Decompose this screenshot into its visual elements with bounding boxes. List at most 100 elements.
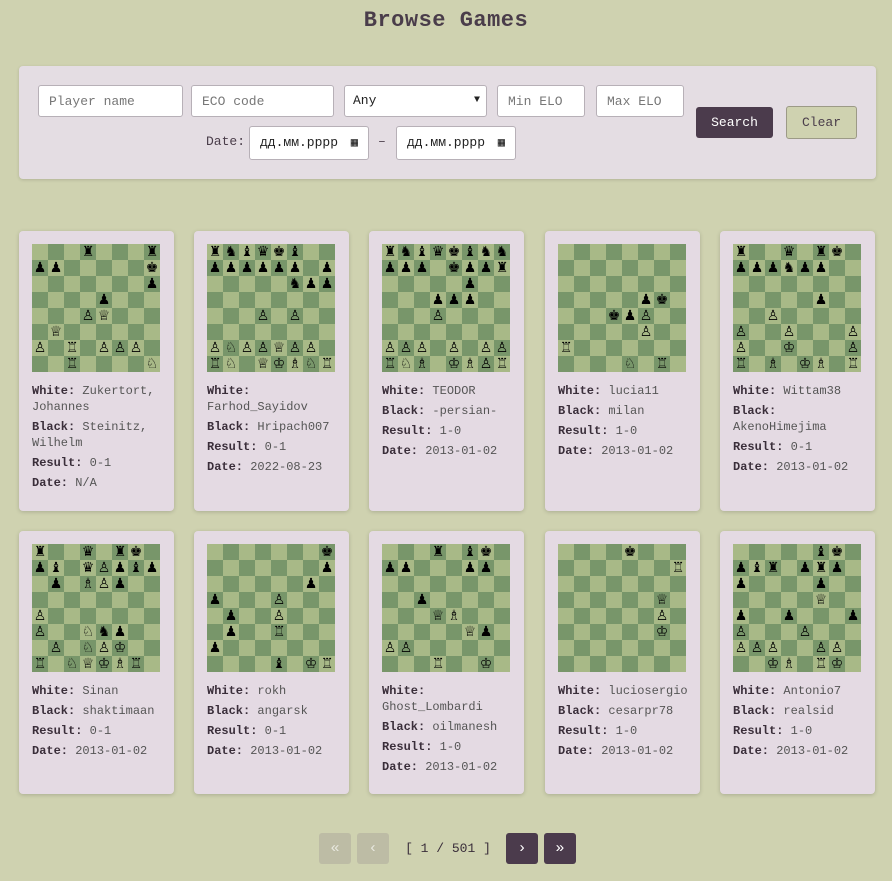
board-square — [128, 608, 144, 624]
board-square — [574, 308, 590, 324]
player-name-input[interactable] — [38, 85, 183, 117]
board-square — [590, 276, 606, 292]
board-square — [48, 244, 64, 260]
board-square: ♛ — [430, 244, 446, 260]
game-date-row: Date: 2022-08-23 — [207, 459, 342, 475]
board-square — [239, 576, 255, 592]
board-square: ♟ — [48, 576, 64, 592]
white-rook-icon: ♖ — [814, 656, 828, 672]
board-square — [829, 324, 845, 340]
white-rook-icon: ♖ — [559, 340, 573, 356]
date-to-input[interactable]: дд.мм.рррр ▦ — [396, 126, 516, 160]
game-card[interactable]: ♟ ♚ ♚ ♟ ♙ ♙ ♖ ♘ ♖ White: lucia11 Black: milan Resul… — [545, 231, 700, 511]
board-square: ♘ — [223, 340, 239, 356]
game-white-label: White: — [733, 384, 777, 398]
first-page-button[interactable]: « — [319, 833, 351, 864]
board-square — [781, 592, 797, 608]
board-square — [223, 308, 239, 324]
game-card[interactable]: ♚ ♟ ♟ ♟ ♙ ♟ ♙ ♟ ♖ ♟ ♝ ♔ ♖ White: rokh Black: angarsk Re… — [194, 531, 349, 794]
board-square — [382, 308, 398, 324]
board-square — [239, 324, 255, 340]
game-date-value: 2013-01-02 — [601, 744, 674, 758]
game-card[interactable]: ♜ ♞ ♝ ♛ ♚ ♝ ♞ ♞ ♟ ♟ ♟ ♚ ♟ ♟ ♜ ♟ ♟ ♟ ♟ ♙ ♙ ♙ ♙ ♙ ♙ ♙ ♖ ♘ ♗ ♔ ♗ ♙ ♖ White: … — [369, 231, 524, 511]
board-square — [207, 276, 223, 292]
game-date-value: N/A — [75, 476, 97, 490]
game-card[interactable]: ♜ ♞ ♝ ♛ ♚ ♝ ♟ ♟ ♟ ♟ ♟ ♟ ♟ ♞ ♟ ♟ ♙ ♙ ♙ ♘ ♙ ♙ ♕ ♙ ♙ ♖ ♘ ♕ ♔ ♗ ♘ ♖ White: F… — [194, 231, 349, 511]
board-square — [749, 608, 765, 624]
board-square: ♘ — [622, 356, 638, 372]
board-square: ♟ — [733, 260, 749, 276]
board-square: ♞ — [223, 244, 239, 260]
board-square: ♙ — [797, 624, 813, 640]
board-square: ♙ — [398, 640, 414, 656]
board-square — [446, 308, 462, 324]
white-pawn-icon: ♙ — [798, 624, 812, 640]
board-square: ♘ — [398, 356, 414, 372]
white-queen-icon: ♕ — [463, 624, 477, 640]
board-square — [48, 624, 64, 640]
board-square — [128, 576, 144, 592]
game-info: White: Sinan Black: shaktimaan Result: 0-1… — [32, 683, 167, 763]
board-square: ♗ — [287, 356, 303, 372]
board-square — [144, 292, 160, 308]
board-square — [765, 576, 781, 592]
game-card[interactable]: ♜ ♛ ♜ ♚ ♟ ♟ ♟ ♞ ♟ ♟ ♟ ♙ ♙ ♙ ♙ ♙ ♔ ♙ ♖ ♗ ♔ ♗ ♖ White: Wittam38 Bl… — [720, 231, 875, 511]
board-square: ♟ — [733, 576, 749, 592]
last-page-button[interactable]: » — [544, 833, 576, 864]
min-elo-input[interactable] — [497, 85, 585, 117]
result-select[interactable]: Any ▼ — [344, 85, 487, 117]
game-card[interactable]: ♜ ♛ ♜ ♚ ♟ ♝ ♛ ♙ ♟ ♝ ♟ ♟ ♗ ♙ ♟ ♙ ♙ ♘ ♞ ♟ ♙ ♘ ♙ ♔ ♖ ♘ ♕ ♔ ♗ ♖ White: Sin… — [19, 531, 174, 794]
eco-code-input[interactable] — [191, 85, 334, 117]
board-square — [749, 544, 765, 560]
board-square: ♟ — [207, 260, 223, 276]
board-square — [303, 308, 319, 324]
black-queen-icon: ♛ — [256, 244, 270, 260]
white-pawn-icon: ♙ — [734, 324, 748, 340]
clear-button[interactable]: Clear — [786, 106, 857, 139]
max-elo-input[interactable] — [596, 85, 684, 117]
date-from-input[interactable]: дд.мм.рррр ▦ — [249, 126, 369, 160]
black-rook-icon: ♜ — [33, 544, 47, 560]
game-card[interactable]: ♜ ♝ ♚ ♟ ♟ ♟ ♟ ♟ ♕ ♗ ♕ ♟ ♙ ♙ ♖ ♔ White: Ghost_Lombardi Bla… — [369, 531, 524, 794]
board-square — [558, 324, 574, 340]
next-page-button[interactable]: › — [506, 833, 538, 864]
board-square: ♟ — [223, 260, 239, 276]
board-square: ♟ — [255, 260, 271, 276]
board-square: ♜ — [813, 244, 829, 260]
game-date-label: Date: — [733, 460, 770, 474]
board-square — [64, 244, 80, 260]
game-card[interactable]: ♚ ♖ ♕ ♙ ♔ White: luciosergio Black: cesarpr78 R… — [545, 531, 700, 794]
game-card[interactable]: ♝ ♚ ♟ ♝ ♜ ♟ ♜ ♟ ♟ ♟ ♕ ♟ ♟ ♟ ♙ ♙ ♙ ♙ ♙ ♙ ♙ ♔ ♗ ♖ ♔ White: Antonio7… — [720, 531, 875, 794]
game-card[interactable]: ♜ ♜ ♟ ♟ ♚ ♟ ♟ ♙ ♕ ♕ ♙ ♖ ♙ ♙ ♙ ♖ ♘ White: Zukertort, Johan… — [19, 231, 174, 511]
board-square — [382, 592, 398, 608]
prev-page-button[interactable]: ‹ — [357, 833, 389, 864]
board-square — [654, 324, 670, 340]
black-pawn-icon: ♟ — [814, 260, 828, 276]
black-queen-icon: ♛ — [81, 560, 95, 576]
black-knight-icon: ♞ — [495, 244, 509, 260]
board-square — [239, 640, 255, 656]
board-square: ♖ — [654, 356, 670, 372]
board-square — [494, 640, 510, 656]
black-king-icon: ♚ — [830, 244, 844, 260]
board-square — [654, 576, 670, 592]
black-pawn-icon: ♟ — [798, 560, 812, 576]
board-square: ♙ — [382, 640, 398, 656]
board-square: ♝ — [128, 560, 144, 576]
board-square — [797, 608, 813, 624]
search-button[interactable]: Search — [696, 107, 773, 138]
white-knight-icon: ♘ — [81, 640, 95, 656]
board-square: ♛ — [781, 244, 797, 260]
board-square: ♚ — [144, 260, 160, 276]
board-square — [414, 308, 430, 324]
board-square — [430, 592, 446, 608]
board-square: ♙ — [414, 340, 430, 356]
board-square — [606, 340, 622, 356]
board-square — [48, 544, 64, 560]
black-knight-icon: ♞ — [224, 244, 238, 260]
board-square — [590, 340, 606, 356]
white-rook-icon: ♖ — [129, 656, 143, 672]
board-square — [478, 292, 494, 308]
black-rook-icon: ♜ — [814, 560, 828, 576]
white-pawn-icon: ♙ — [415, 340, 429, 356]
